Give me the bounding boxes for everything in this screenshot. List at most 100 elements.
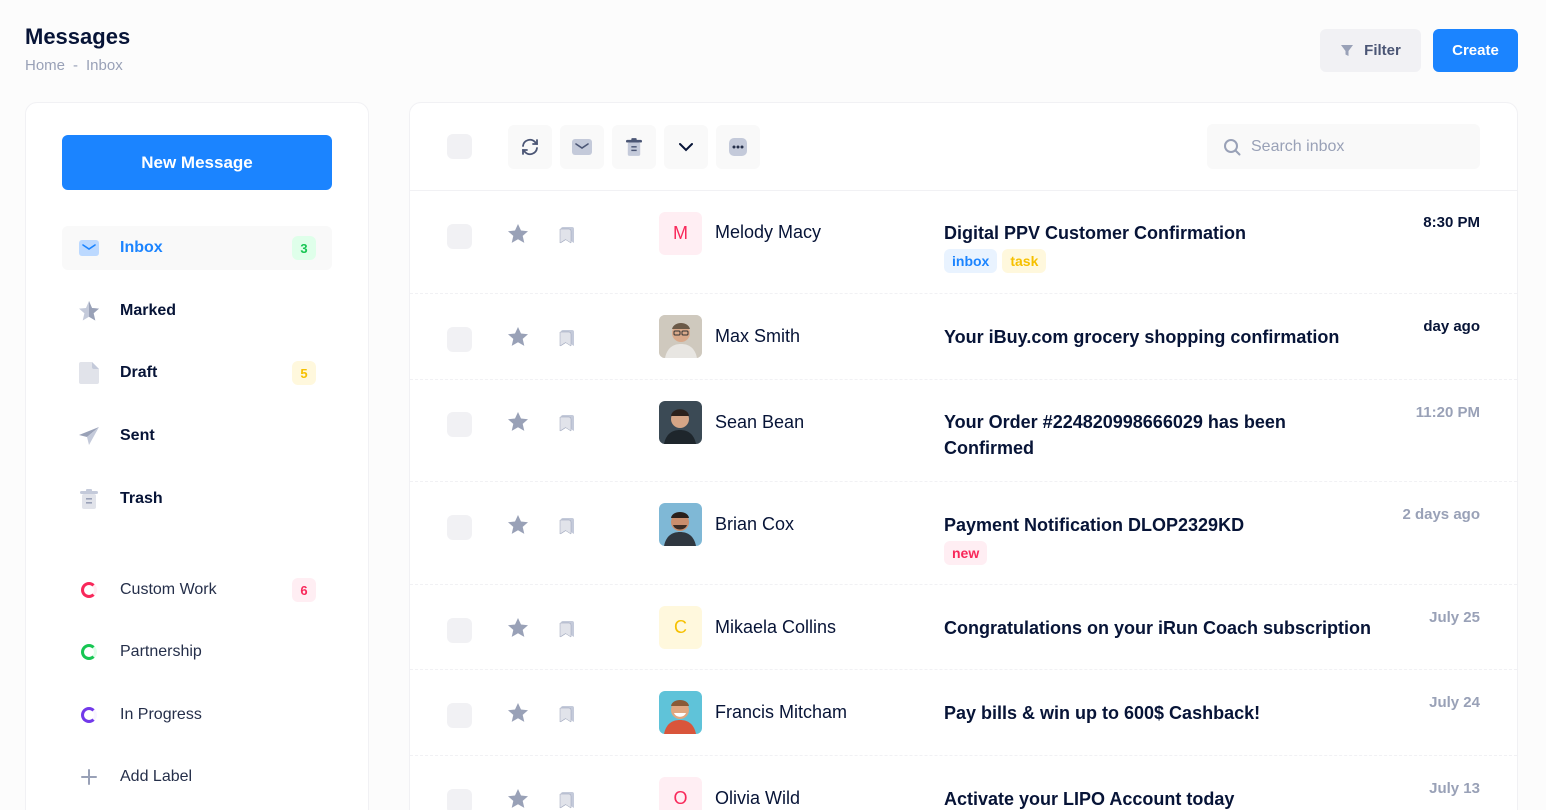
add-label-button[interactable]: Add Label: [62, 755, 332, 799]
message-list-panel: M Melody Macy Digital PPV Customer Confi…: [409, 102, 1518, 810]
message-row[interactable]: Sean Bean Your Order #224820998666029 ha…: [410, 380, 1517, 482]
message-row[interactable]: Francis Mitcham Pay bills & win up to 60…: [410, 670, 1517, 756]
important-flag-icon[interactable]: [558, 414, 576, 432]
sidebar-label-custom-work[interactable]: Custom Work 6: [62, 568, 332, 612]
message-subject: Payment Notification DLOP2329KD: [944, 515, 1245, 535]
sidebar-item-draft[interactable]: Draft 5: [62, 351, 332, 395]
document-icon: [78, 362, 100, 384]
message-subject: Your iBuy.com grocery shopping confirmat…: [944, 327, 1340, 347]
search-box[interactable]: [1207, 124, 1480, 169]
ring-purple-icon: [78, 704, 100, 726]
sender-name: Melody Macy: [715, 222, 822, 242]
sidebar-item-inbox[interactable]: Inbox 3: [62, 226, 332, 270]
message-time: 2 days ago: [1402, 506, 1480, 523]
sidebar-label-in-progress[interactable]: In Progress: [62, 693, 332, 737]
paper-plane-icon: [78, 425, 100, 447]
refresh-icon: [522, 138, 538, 156]
filter-button[interactable]: Filter: [1320, 29, 1421, 72]
message-time: 11:20 PM: [1415, 404, 1480, 421]
plus-icon: [78, 766, 100, 788]
filter-icon: [1341, 44, 1354, 56]
message-time: July 13: [1429, 780, 1480, 797]
important-flag-icon[interactable]: [558, 329, 576, 347]
sidebar-item-label: Add Label: [120, 768, 193, 785]
inbox-count-badge: 3: [292, 236, 316, 260]
search-input[interactable]: [1251, 137, 1451, 156]
row-checkbox[interactable]: [447, 412, 472, 437]
sidebar-item-label: Trash: [120, 490, 163, 507]
more-dots-icon: [729, 138, 747, 156]
sender-name: Mikaela Collins: [715, 617, 837, 637]
star-icon[interactable]: [508, 224, 528, 243]
star-icon[interactable]: [508, 515, 528, 534]
message-time: July 24: [1429, 694, 1480, 711]
star-icon[interactable]: [508, 412, 528, 431]
avatar: [659, 315, 702, 358]
avatar: O: [659, 777, 702, 810]
important-flag-icon[interactable]: [558, 620, 576, 638]
tag-badge: task: [1002, 249, 1047, 273]
avatar: [659, 401, 702, 444]
sidebar-item-trash[interactable]: Trash: [62, 477, 332, 521]
breadcrumb-separator: -: [73, 57, 79, 74]
message-row[interactable]: Brian Cox Payment Notification DLOP2329K…: [410, 482, 1517, 585]
message-row[interactable]: C Mikaela Collins Congratulations on you…: [410, 585, 1517, 670]
ring-green-icon: [78, 641, 100, 663]
tag-badge: new: [944, 541, 988, 565]
row-checkbox[interactable]: [447, 515, 472, 540]
message-subject: Your Order #224820998666029 has been Con…: [944, 412, 1286, 458]
star-icon[interactable]: [508, 618, 528, 637]
create-button[interactable]: Create: [1433, 29, 1518, 72]
delete-button[interactable]: [612, 125, 656, 169]
row-checkbox[interactable]: [447, 703, 472, 728]
sidebar: New Message Inbox 3 Marked Draft 5 Sent …: [25, 102, 369, 810]
row-checkbox[interactable]: [447, 618, 472, 643]
sidebar-item-label: Custom Work: [120, 581, 217, 598]
sidebar-label-partnership[interactable]: Partnership: [62, 630, 332, 674]
tag-list: new: [944, 541, 988, 565]
sidebar-item-label: In Progress: [120, 706, 202, 723]
ring-red-icon: [78, 579, 100, 601]
new-message-button[interactable]: New Message: [62, 135, 332, 190]
message-row[interactable]: O Olivia Wild Activate your LIPO Account…: [410, 756, 1517, 810]
sender-name: Olivia Wild: [715, 788, 801, 808]
search-icon: [1224, 138, 1241, 155]
mark-read-button[interactable]: [560, 125, 604, 169]
chevron-down-icon: [679, 143, 693, 152]
tag-badge: inbox: [944, 249, 998, 273]
refresh-button[interactable]: [508, 125, 552, 169]
breadcrumb-inbox: Inbox: [86, 57, 123, 74]
sidebar-item-marked[interactable]: Marked: [62, 289, 332, 333]
star-icon[interactable]: [508, 703, 528, 722]
envelope-icon: [78, 237, 100, 259]
message-row[interactable]: Max Smith Your iBuy.com grocery shopping…: [410, 294, 1517, 380]
breadcrumb-home[interactable]: Home: [25, 57, 65, 74]
options-dropdown-button[interactable]: [664, 125, 708, 169]
star-icon[interactable]: [508, 327, 528, 346]
tag-list: inbox task: [944, 249, 1047, 273]
more-button[interactable]: [716, 125, 760, 169]
avatar: [659, 503, 702, 546]
row-checkbox[interactable]: [447, 224, 472, 249]
trash-icon: [78, 488, 100, 510]
message-time: 8:30 PM: [1423, 214, 1480, 231]
important-flag-icon[interactable]: [558, 517, 576, 535]
important-flag-icon[interactable]: [558, 226, 576, 244]
star-icon[interactable]: [508, 789, 528, 808]
sender-name: Francis Mitcham: [715, 702, 848, 722]
custom-work-count-badge: 6: [292, 578, 316, 602]
message-time: day ago: [1423, 318, 1480, 335]
sidebar-item-sent[interactable]: Sent: [62, 414, 332, 458]
sender-name: Sean Bean: [715, 412, 805, 432]
sender-name: Brian Cox: [715, 514, 795, 534]
message-subject: Activate your LIPO Account today: [944, 789, 1235, 809]
message-subject: Pay bills & win up to 600$ Cashback!: [944, 703, 1261, 723]
message-subject: Congratulations on your iRun Coach subsc…: [944, 618, 1372, 638]
row-checkbox[interactable]: [447, 327, 472, 352]
message-row[interactable]: M Melody Macy Digital PPV Customer Confi…: [410, 191, 1517, 294]
important-flag-icon[interactable]: [558, 705, 576, 723]
avatar: M: [659, 212, 702, 255]
row-checkbox[interactable]: [447, 789, 472, 810]
important-flag-icon[interactable]: [558, 791, 576, 809]
select-all-checkbox[interactable]: [447, 134, 472, 159]
